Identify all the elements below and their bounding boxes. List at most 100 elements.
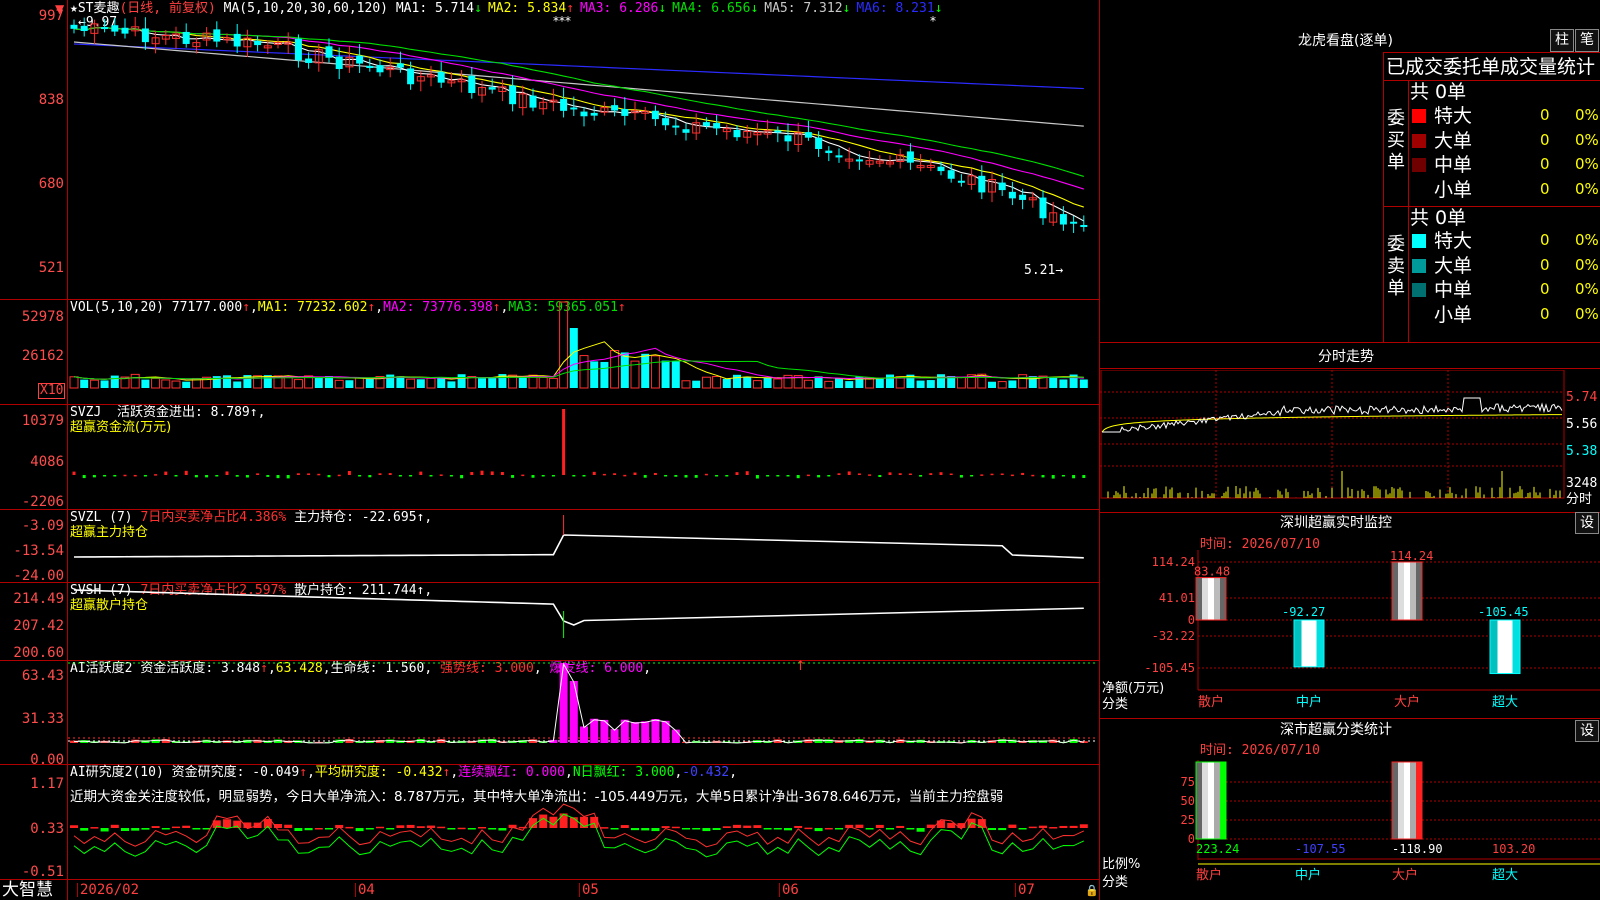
vol-tick: 26162: [21, 348, 64, 364]
candle-down: [233, 33, 241, 47]
research-bar: [804, 827, 813, 830]
candle-down: [335, 56, 343, 70]
candle-down: [111, 25, 119, 32]
research-bar: [743, 825, 752, 828]
volume-bar-down: [886, 374, 894, 388]
candle-down: [733, 129, 741, 138]
volume-bar-down: [100, 380, 109, 388]
volume-bar-up: [752, 380, 762, 389]
class-bar: [1195, 761, 1227, 840]
volume-bar-down: [692, 380, 701, 388]
fund-flow-bar: [154, 474, 158, 476]
volume-bar-up: [151, 377, 161, 389]
research-bar: [284, 824, 293, 828]
fund-flow-bar: [1031, 474, 1035, 477]
class-value-label: 103.20: [1492, 842, 1535, 856]
fund-flow-bar: [786, 475, 790, 477]
fund-flow-bar: [755, 475, 759, 479]
volume-bar-up: [283, 376, 293, 389]
bar-mode-button[interactable]: 柱: [1550, 29, 1574, 52]
fund-flow-bar: [307, 473, 311, 475]
research-bar: [682, 828, 690, 830]
category-label: 中户: [1295, 867, 1321, 883]
research-chart[interactable]: [68, 765, 1098, 879]
candle-down: [804, 132, 812, 138]
sell-row-name: 中单: [1434, 279, 1473, 301]
fund-flow-bar: [898, 473, 902, 475]
fund-flow-bar: [715, 475, 719, 477]
buy-row-count: 0: [1540, 106, 1550, 124]
fund-flow-bar: [735, 472, 739, 475]
fund-flow-bar: [1041, 475, 1045, 478]
sell-row-pct: 0%: [1575, 304, 1599, 323]
volume-bar-down: [488, 377, 497, 388]
fund-flow-bar: [511, 475, 515, 478]
sz-monitor-tick: 114.24: [1152, 555, 1195, 569]
fund-flow-bar: [939, 472, 943, 475]
volume-chart[interactable]: [68, 300, 1098, 404]
volume-bar-down: [1008, 380, 1017, 388]
sz-monitor-settings-button[interactable]: 设: [1575, 512, 1599, 534]
main-position-chart[interactable]: [68, 510, 1098, 582]
lock-icon[interactable]: 🔒: [1085, 884, 1099, 898]
fund-flow-bar: [521, 474, 525, 477]
research-bar: [875, 824, 884, 828]
volume-bar-up: [426, 377, 436, 389]
fund-flow-bar: [184, 470, 188, 475]
sz-monitor-chart[interactable]: 114.24 41.01 0 -32.22 -105.45 83.48 散户 -92.27 中户…: [1100, 540, 1600, 718]
main-chart-area[interactable]: ★ST麦趣(日线, 前复权) MA(5,10,20,30,60,120) MA1…: [0, 0, 1100, 900]
buy-color-swatch: [1412, 133, 1426, 148]
fund-flow-bar: [429, 475, 433, 477]
volume-bar-up: [293, 379, 303, 389]
fund-flow-bar: [1021, 472, 1025, 475]
fund-flow-bar: [602, 473, 606, 476]
fund-flow-bar: [449, 475, 453, 477]
sz-monitor-tick: 41.01: [1159, 591, 1195, 605]
research-bar: [600, 827, 609, 829]
category-label: 散户: [1196, 867, 1222, 883]
research-bar: [100, 828, 109, 832]
fund-flow-bar: [643, 475, 647, 478]
activity-line: [73, 662, 1084, 744]
sz-class-chart[interactable]: 75 50 25 0223.24 散户 -107.55 中户 -118.90 大户 103.20 超…: [1100, 740, 1600, 900]
research-bar: [916, 828, 925, 832]
fund-flow-bar: [500, 471, 504, 475]
volume-bar-down: [457, 374, 466, 388]
fund-flow-bar: [868, 474, 872, 476]
tick-mode-button[interactable]: 笔: [1575, 29, 1599, 52]
candlestick-chart[interactable]: [68, 14, 1098, 284]
volume-bar-up: [548, 377, 558, 389]
fund-flow-chart[interactable]: [68, 405, 1098, 509]
activity-bar: [631, 722, 639, 743]
retail-position-chart[interactable]: [68, 583, 1098, 660]
activity-chart[interactable]: [68, 661, 1098, 764]
fund-flow-bar: [837, 473, 841, 475]
research-bar: [733, 824, 741, 828]
main-position-line: [73, 534, 1084, 559]
sz-class-settings-button[interactable]: 设: [1575, 720, 1599, 742]
sell-row-pct: 0%: [1575, 255, 1599, 274]
fund-flow-bar: [806, 474, 810, 477]
candle-down: [325, 46, 333, 58]
category-label: 超大: [1492, 695, 1518, 710]
sell-row-count: 0: [1540, 304, 1550, 323]
buy-row-pct: 0%: [1575, 106, 1599, 124]
fund-flow-bar: [113, 475, 117, 477]
research-bar: [539, 814, 548, 828]
volume-bar-up: [406, 378, 416, 389]
activity-bar: [580, 726, 588, 743]
candle-down: [998, 182, 1006, 191]
sell-row-pct: 0%: [1575, 231, 1599, 249]
fund-flow-bar: [480, 470, 484, 475]
research-bar: [702, 828, 711, 832]
volume-bar-down: [988, 381, 996, 388]
ai1-tick: 0.00: [30, 752, 64, 768]
svsh-tick: 207.42: [13, 618, 64, 634]
intraday-chart[interactable]: [1100, 370, 1565, 510]
price-tick: 838: [38, 92, 64, 108]
vol-unit-badge[interactable]: X10: [38, 383, 66, 399]
outflow-bar: [1293, 619, 1325, 668]
candle-down: [662, 118, 670, 126]
candle-down: [906, 151, 914, 163]
research-bar: [416, 826, 425, 828]
